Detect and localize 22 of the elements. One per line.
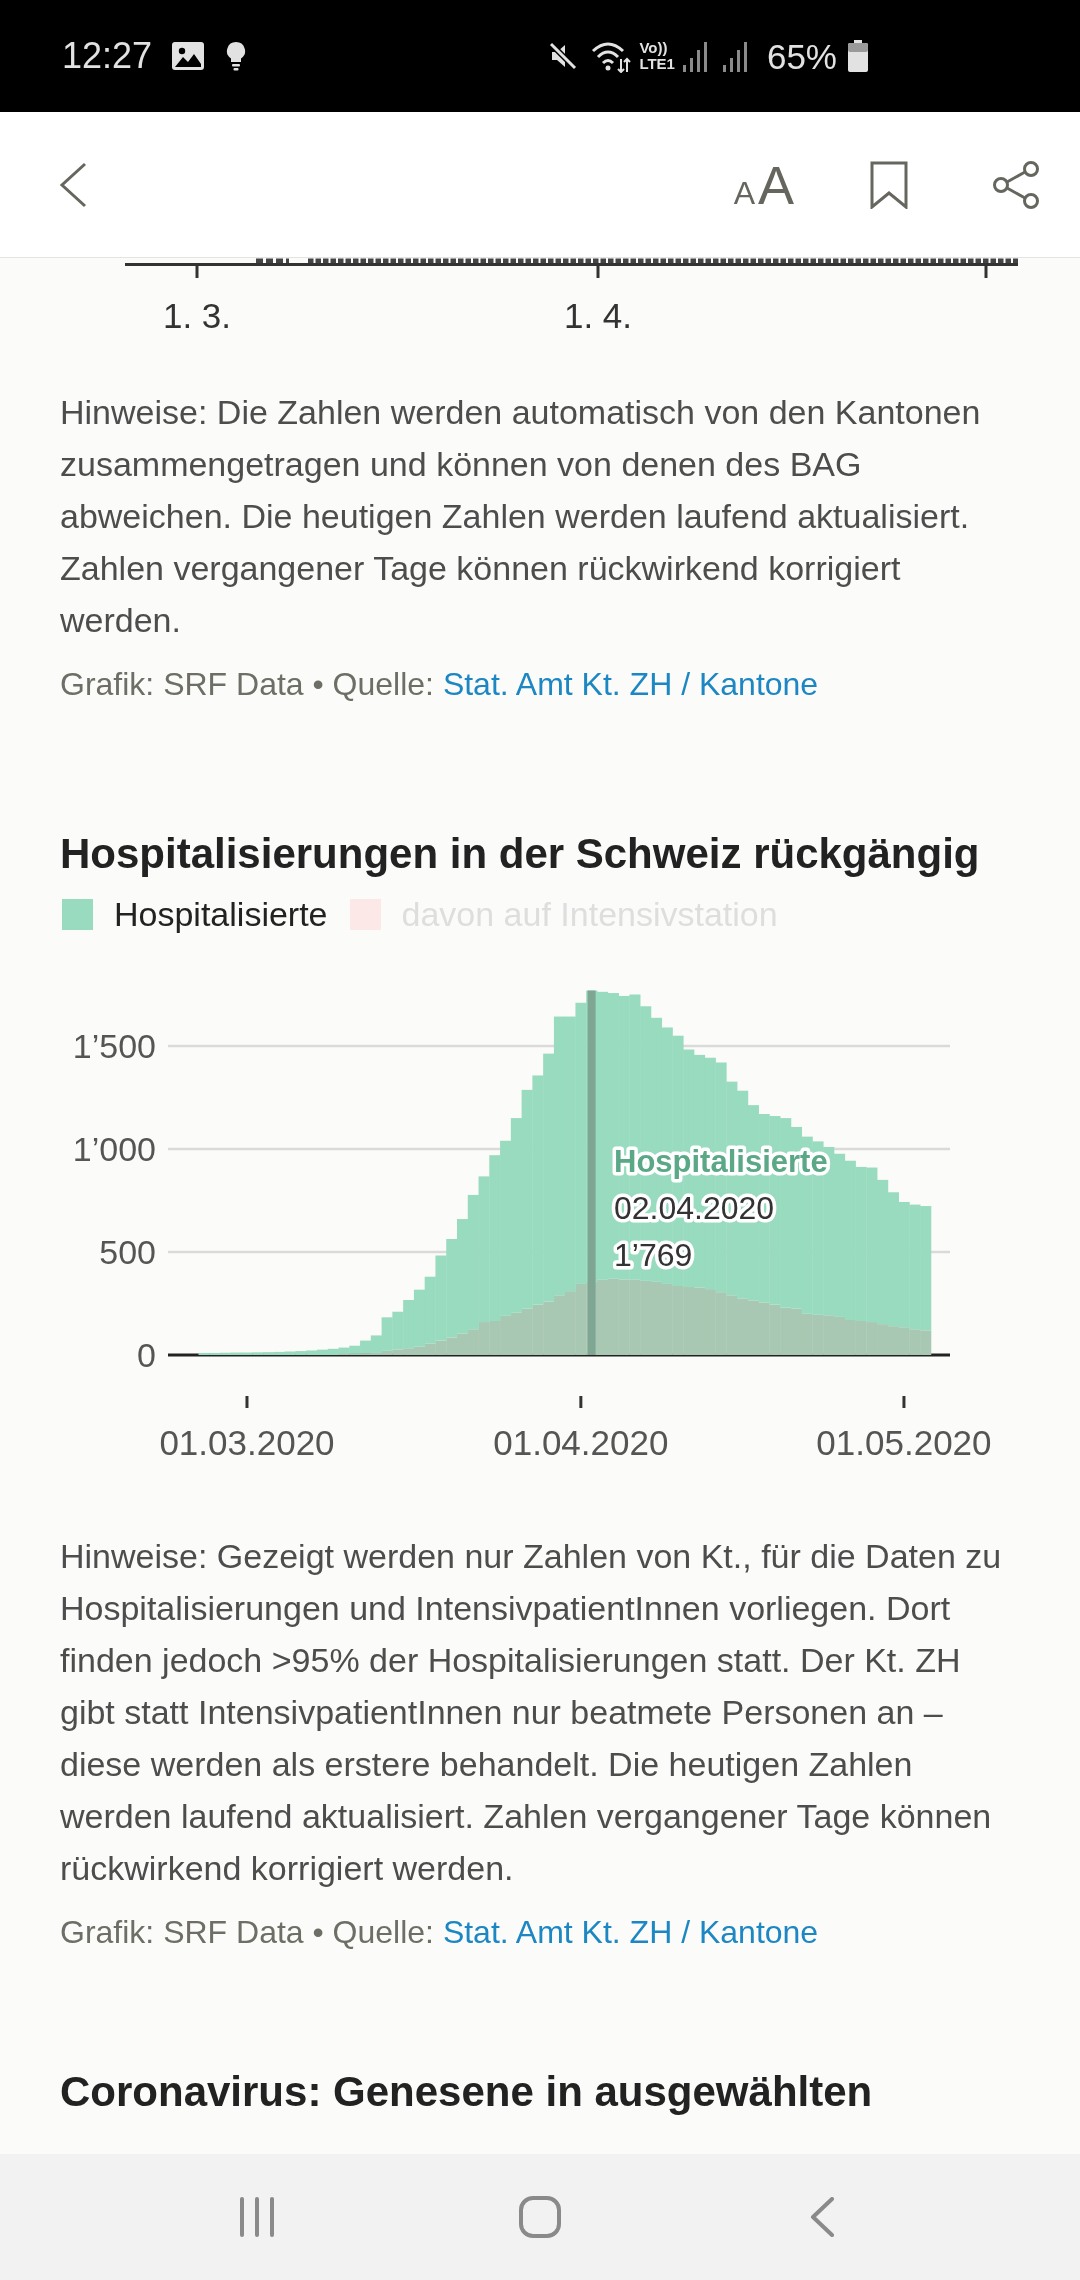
- y-axis-label: 0: [137, 1336, 156, 1374]
- chart-notes: Hinweise: Gezeigt werden nur Zahlen von Kt., für die Daten zu Hospitalisierungen und IntensivpatientInnen vorliegen. Dort finden jedoch >95% der Hospitalisierungen statt. Der Kt. ZH gibt statt IntensivpatientInnen nur beatmete Personen an – diese werden als erstere behandelt. Die heutigen Zahlen werden laufend aktualisiert. Zahlen vergangener Tage können rückwirkend korrigiert werden.: [59, 1536, 1003, 1889]
- tooltip-date: 02.04.2020: [614, 1190, 775, 1226]
- x-axis-label: 01.05.2020: [816, 1422, 992, 1462]
- y-axis-label: 500: [99, 1233, 156, 1271]
- x-axis-label: 01.04.2020: [493, 1422, 669, 1462]
- volte-label: Vo)): [639, 40, 668, 56]
- tooltip-series-label: Hospitalisierte: [614, 1143, 828, 1179]
- source-credit: Grafik: SRF Data • Quelle: Stat. Amt Kt. ZH / Kantone: [59, 665, 820, 704]
- chart-notes: Hinweise: Die Zahlen werden automatisch von den Kantonen zusammengetragen und können von denen des BAG abweichen. Die heutigen Zahlen werden laufend aktualisiert. Zahlen vergangener Tage können rückwirkend korrigiert werden.: [59, 392, 982, 641]
- clock-time: 12:27: [62, 38, 153, 74]
- y-axis-label: 1’000: [72, 1130, 156, 1168]
- lte-label: LTE1: [639, 56, 675, 72]
- x-axis-label: 1. 4.: [563, 295, 633, 335]
- x-axis-label: 1. 3.: [162, 295, 232, 335]
- chart-title: Hospitalisierungen in der Schweiz rückgängig: [59, 829, 981, 879]
- battery-percentage: 65%: [766, 38, 837, 74]
- source-credit: Grafik: SRF Data • Quelle: Stat. Amt Kt. ZH / Kantone: [59, 1913, 820, 1952]
- x-axis-label: 01.03.2020: [159, 1422, 335, 1462]
- tooltip-value: 1’769: [614, 1237, 693, 1273]
- y-axis-label: 1’500: [72, 1027, 156, 1065]
- section-title: Coronavirus: Genesene in ausgewählten: [59, 2067, 874, 2117]
